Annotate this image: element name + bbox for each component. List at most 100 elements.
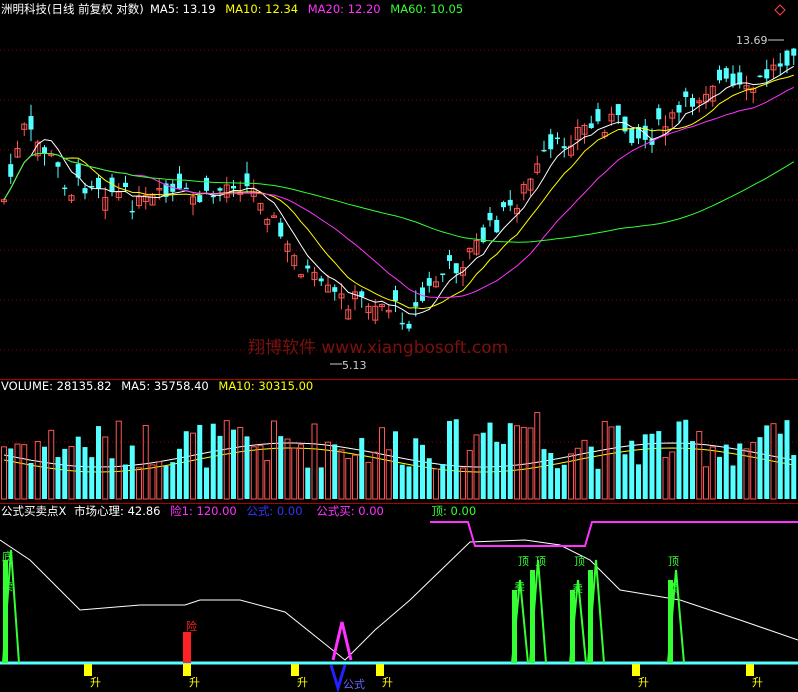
candle <box>345 304 352 320</box>
volume-bar <box>737 443 743 499</box>
volume-bar <box>305 467 311 499</box>
diamond-outline-icon[interactable] <box>774 4 786 16</box>
volume-bar <box>55 457 61 499</box>
danger-line <box>430 521 798 547</box>
volume-bar <box>278 436 284 499</box>
volume-bar <box>636 464 641 499</box>
volume-bar <box>244 436 250 499</box>
signal-label: 卖 <box>668 582 679 595</box>
candle <box>636 123 641 145</box>
formula-label: 公式 <box>343 678 365 691</box>
candle <box>608 106 615 126</box>
min-price-label: 5.13 <box>342 359 367 372</box>
candle <box>332 284 338 301</box>
volume-bar <box>534 412 541 500</box>
ma20-value: MA20: 12.20 <box>308 2 381 16</box>
volume-bar <box>197 424 203 499</box>
volume-bar <box>507 423 513 499</box>
volume-bar <box>413 438 419 499</box>
ma10-value: MA10: 12.34 <box>225 2 298 16</box>
max-price-label: 13.69 <box>736 34 768 47</box>
volume-bar <box>555 468 560 499</box>
ma-legend: MA5: 13.19 MA10: 12.34 MA20: 12.20 MA60:… <box>150 2 463 16</box>
candle <box>96 174 101 199</box>
volume-bar <box>608 426 615 500</box>
volume-bar <box>642 434 648 499</box>
rise-label: 升 <box>752 676 763 689</box>
signal-label: 卖 <box>572 582 583 595</box>
candle <box>777 52 783 76</box>
candle <box>318 275 324 286</box>
candle <box>62 184 68 196</box>
volume-bar <box>163 465 169 499</box>
volume-bar <box>393 431 398 499</box>
volume-bar <box>709 446 716 500</box>
candle <box>170 180 176 202</box>
volume-bar <box>177 448 182 499</box>
volume-bar <box>588 446 594 499</box>
volume-bar <box>791 455 797 499</box>
candle <box>487 206 493 227</box>
volume-bar <box>433 468 439 500</box>
volume-bar <box>520 426 527 500</box>
volume-bar <box>318 467 324 499</box>
candle <box>770 58 777 79</box>
candle <box>68 194 75 203</box>
volume-bar <box>466 449 473 500</box>
danger-label: 险 <box>186 619 197 633</box>
volume-bar <box>514 425 520 500</box>
danger-bar <box>183 632 191 663</box>
rise-label: 升 <box>297 676 308 689</box>
candle <box>629 128 635 146</box>
candle <box>413 290 419 317</box>
candle <box>264 217 271 233</box>
volume-bar <box>89 457 95 499</box>
volume-bar <box>480 432 486 499</box>
candle <box>520 181 527 201</box>
volume-bar <box>365 461 372 500</box>
volume-bar <box>21 444 28 500</box>
volume-bar <box>676 421 682 499</box>
market-psychology: 市场心理: 42.86 <box>74 504 160 518</box>
signal-label: 底 <box>2 549 13 563</box>
candle <box>555 132 560 145</box>
indicator-legend: 公式买卖点X 市场心理: 42.86 险1: 120.00 公式: 0.00 公… <box>1 504 476 518</box>
volume-bar <box>453 419 459 499</box>
volume-bar <box>183 431 189 499</box>
volume-bar <box>257 445 264 500</box>
volume-ma5-line <box>3 442 794 468</box>
candle <box>278 217 284 239</box>
volume-bar <box>372 451 379 500</box>
candle <box>42 145 47 166</box>
volume-bar <box>615 425 621 499</box>
top-value: 顶: 0.00 <box>432 504 477 518</box>
volume-bar <box>28 462 34 499</box>
candle <box>460 260 466 287</box>
candle <box>622 116 628 134</box>
volume-bar <box>8 448 14 499</box>
rise-marker <box>746 664 754 676</box>
stock-chart[interactable]: 险公式底卖顶 顶卖顶卖顶卖升升升升升升 翔博软件 www.xiangbosoft.… <box>0 0 798 692</box>
volume-bar <box>359 438 365 499</box>
volume-bar <box>96 426 101 499</box>
candle <box>588 115 594 130</box>
candle <box>163 180 169 203</box>
volume-bar <box>426 458 432 499</box>
candle <box>426 271 432 293</box>
candle <box>28 104 34 142</box>
volume-bar <box>669 451 676 500</box>
volume-bar <box>190 432 196 500</box>
indicator-panel: 险公式底卖顶 顶卖顶卖顶卖升升升升升升 <box>0 521 798 692</box>
volume-bar <box>622 454 628 499</box>
volume-bar <box>250 446 257 500</box>
candle <box>136 185 142 209</box>
volume-bar <box>291 447 298 500</box>
candle <box>237 180 244 202</box>
ma20-line <box>3 86 795 299</box>
candle <box>561 137 567 158</box>
volume-bar <box>142 425 149 500</box>
candle <box>223 176 230 203</box>
candle <box>615 103 621 125</box>
candle <box>683 87 689 107</box>
candle <box>379 303 385 312</box>
